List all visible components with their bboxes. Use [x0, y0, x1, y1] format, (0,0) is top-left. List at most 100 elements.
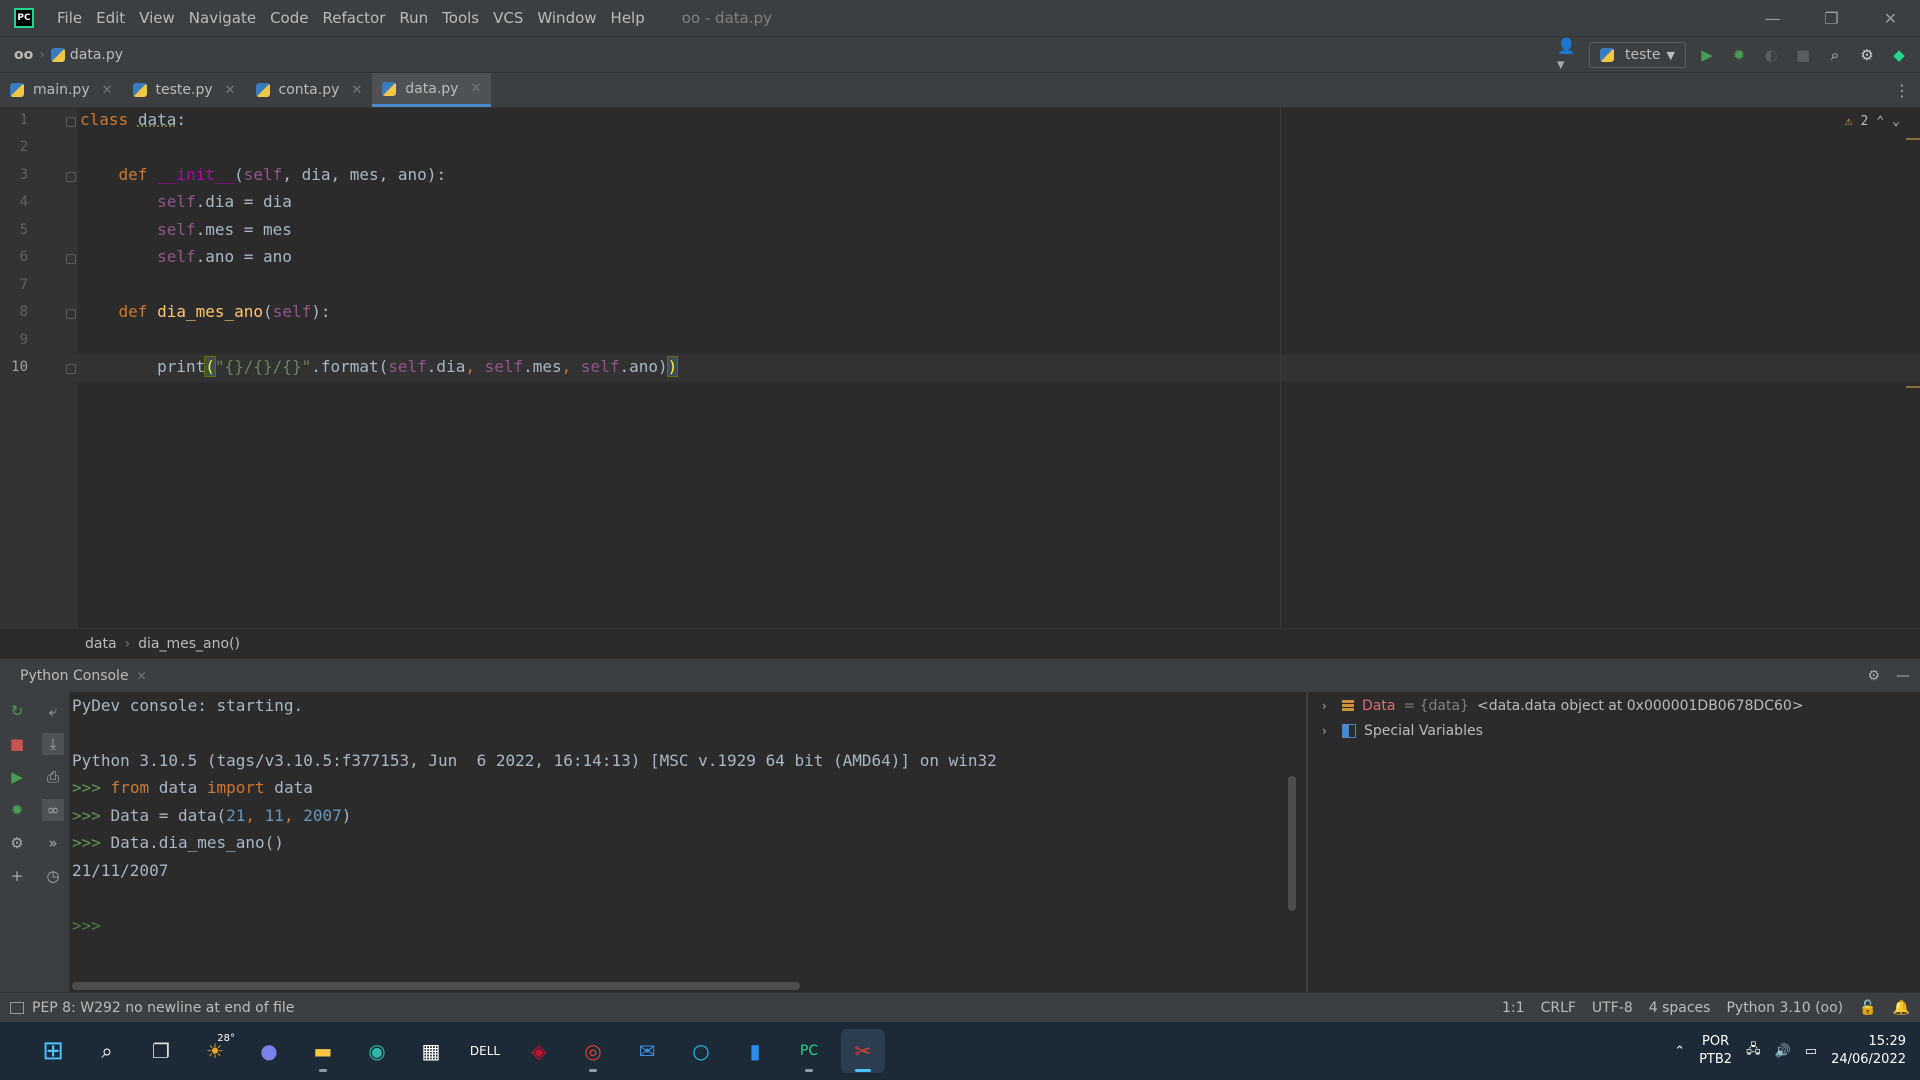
indent-setting[interactable]: 4 spaces — [1649, 1000, 1711, 1016]
menu-view[interactable]: View — [132, 0, 182, 36]
mail-icon[interactable]: ✉ — [625, 1029, 669, 1073]
breadcrumb-item[interactable]: data — [85, 636, 117, 652]
warning-marker[interactable] — [1906, 386, 1920, 388]
tab-python-console[interactable]: Python Console ✕ — [20, 668, 147, 684]
chevron-up-icon[interactable]: ⌃ — [1876, 114, 1884, 129]
weather-widget-icon[interactable]: ☀ 28° — [193, 1029, 237, 1073]
teams-chat-icon[interactable]: ● — [247, 1029, 291, 1073]
console-vertical-scrollbar[interactable] — [1288, 776, 1296, 911]
tab-conta-py[interactable]: conta.py ✕ — [246, 73, 373, 107]
rerun-icon[interactable]: ↻ — [6, 700, 28, 722]
run-icon[interactable]: ▶ — [1696, 44, 1718, 66]
fold-icon[interactable] — [66, 172, 76, 182]
close-icon[interactable]: ✕ — [137, 669, 147, 683]
menu-vcs[interactable]: VCS — [486, 0, 530, 36]
user-icon[interactable]: 👤▾ — [1557, 37, 1579, 73]
close-tab-icon[interactable]: ✕ — [351, 83, 362, 98]
more-vertical-icon[interactable]: ⋮ — [1894, 81, 1910, 100]
file-encoding[interactable]: UTF-8 — [1592, 1000, 1633, 1016]
menu-navigate[interactable]: Navigate — [182, 0, 263, 36]
snipping-tool-icon[interactable]: ✂ — [841, 1029, 885, 1073]
search-icon[interactable]: ⌕ — [85, 1029, 129, 1073]
soft-wrap-icon[interactable]: ⤶ — [42, 700, 64, 722]
settings-icon[interactable]: ⚙ — [1867, 668, 1880, 684]
coverage-icon[interactable]: ◐ — [1760, 44, 1782, 66]
special-vars-icon[interactable]: » — [42, 832, 64, 854]
battery-icon[interactable]: ▭ — [1805, 1044, 1817, 1059]
tab-data-py[interactable]: data.py ✕ — [372, 73, 492, 107]
lock-icon[interactable]: 🔓 — [1859, 1000, 1876, 1016]
execute-icon[interactable]: ▶ — [6, 766, 28, 788]
file-explorer-icon[interactable]: ▬ — [301, 1029, 345, 1073]
fold-icon[interactable] — [66, 364, 76, 374]
nav-project[interactable]: oo — [14, 47, 33, 63]
menu-file[interactable]: File — [50, 0, 89, 36]
scroll-to-end-icon[interactable]: ⤓ — [42, 733, 64, 755]
settings-icon[interactable]: ⚙ — [6, 832, 28, 854]
print-icon[interactable]: ⎙ — [42, 766, 64, 788]
variable-row-special[interactable]: › Special Variables — [1322, 723, 1483, 739]
status-message[interactable]: PEP 8: W292 no newline at end of file — [10, 1000, 294, 1016]
close-tab-icon[interactable]: ✕ — [470, 81, 481, 96]
hide-icon[interactable]: — — [1896, 668, 1910, 684]
warning-marker[interactable] — [1906, 138, 1920, 140]
nav-file[interactable]: data.py — [50, 47, 123, 63]
console-input-prompt[interactable]: >>> — [72, 916, 101, 935]
expand-icon[interactable]: › — [1322, 724, 1334, 738]
close-icon[interactable]: ✕ — [1861, 0, 1920, 36]
add-icon[interactable]: + — [6, 865, 28, 887]
alexa-icon[interactable]: ○ — [679, 1029, 723, 1073]
clock[interactable]: 15:29 24/06/2022 — [1831, 1033, 1906, 1069]
menu-edit[interactable]: Edit — [89, 0, 132, 36]
pycharm-icon[interactable]: PC — [14, 8, 34, 28]
close-tab-icon[interactable]: ✕ — [225, 83, 236, 98]
breadcrumb-item[interactable]: dia_mes_ano() — [138, 636, 240, 652]
menu-help[interactable]: Help — [604, 0, 652, 36]
fold-icon[interactable] — [66, 117, 76, 127]
microsoft-store-icon[interactable]: ▦ — [409, 1029, 453, 1073]
python-interpreter[interactable]: Python 3.10 (oo) — [1726, 1000, 1843, 1016]
line-separator[interactable]: CRLF — [1541, 1000, 1576, 1016]
notifications-icon[interactable]: 🔔 — [1893, 1000, 1910, 1016]
network-icon[interactable]: 🖧 — [1746, 1040, 1761, 1062]
menu-run[interactable]: Run — [392, 0, 435, 36]
stop-icon[interactable]: ■ — [1792, 44, 1814, 66]
pycharm-taskbar-icon[interactable]: PC — [787, 1029, 831, 1073]
language-indicator[interactable]: POR PTB2 — [1699, 1033, 1732, 1069]
history-icon[interactable]: ◷ — [42, 865, 64, 887]
restore-icon[interactable]: ❐ — [1802, 0, 1861, 36]
caret-position[interactable]: 1:1 — [1502, 1000, 1525, 1016]
tab-teste-py[interactable]: teste.py ✕ — [123, 73, 246, 107]
task-view-icon[interactable]: ❐ — [139, 1029, 183, 1073]
chrome-icon[interactable]: ◎ — [571, 1029, 615, 1073]
search-icon[interactable]: ⌕ — [1824, 44, 1846, 66]
stop-icon[interactable]: ■ — [6, 733, 28, 755]
console-output[interactable]: PyDev console: starting. Python 3.10.5 (… — [70, 692, 1298, 992]
volume-icon[interactable]: 🔊 — [1775, 1044, 1791, 1059]
panel-toggle-icon[interactable] — [10, 1001, 24, 1014]
run-config-select[interactable]: teste ▼ — [1589, 42, 1686, 68]
console-horizontal-scrollbar[interactable] — [72, 982, 800, 990]
menu-window[interactable]: Window — [530, 0, 603, 36]
minimize-icon[interactable]: — — [1743, 0, 1802, 36]
variable-row-data[interactable]: › Data = {data} <data.data object at 0x0… — [1322, 698, 1804, 714]
show-variables-icon[interactable]: ∞ — [42, 799, 64, 821]
debug-icon[interactable]: ✹ — [6, 799, 28, 821]
menu-code[interactable]: Code — [263, 0, 315, 36]
dell-icon[interactable]: DELL — [463, 1029, 507, 1073]
debug-icon[interactable]: ✹ — [1728, 44, 1750, 66]
menu-refactor[interactable]: Refactor — [315, 0, 392, 36]
close-tab-icon[interactable]: ✕ — [102, 83, 113, 98]
settings-icon[interactable]: ⚙ — [1856, 44, 1878, 66]
fold-icon[interactable] — [66, 309, 76, 319]
tab-main-py[interactable]: main.py ✕ — [0, 73, 123, 107]
expand-icon[interactable]: › — [1322, 699, 1334, 713]
mcafee-icon[interactable]: ◈ — [517, 1029, 561, 1073]
code-editor[interactable]: 1 2 3 4 5 6 7 8 9 10 class data: def __i… — [0, 108, 1920, 628]
edge-browser-icon[interactable]: ◉ — [355, 1029, 399, 1073]
inspection-widget[interactable]: ⚠ 2 ⌃ ⌄ — [1845, 114, 1900, 129]
menu-tools[interactable]: Tools — [435, 0, 486, 36]
windows-start-icon[interactable]: ⊞ — [31, 1029, 75, 1073]
jetbrains-toolbox-icon[interactable]: ◆ — [1888, 44, 1910, 66]
fold-icon[interactable] — [66, 254, 76, 264]
